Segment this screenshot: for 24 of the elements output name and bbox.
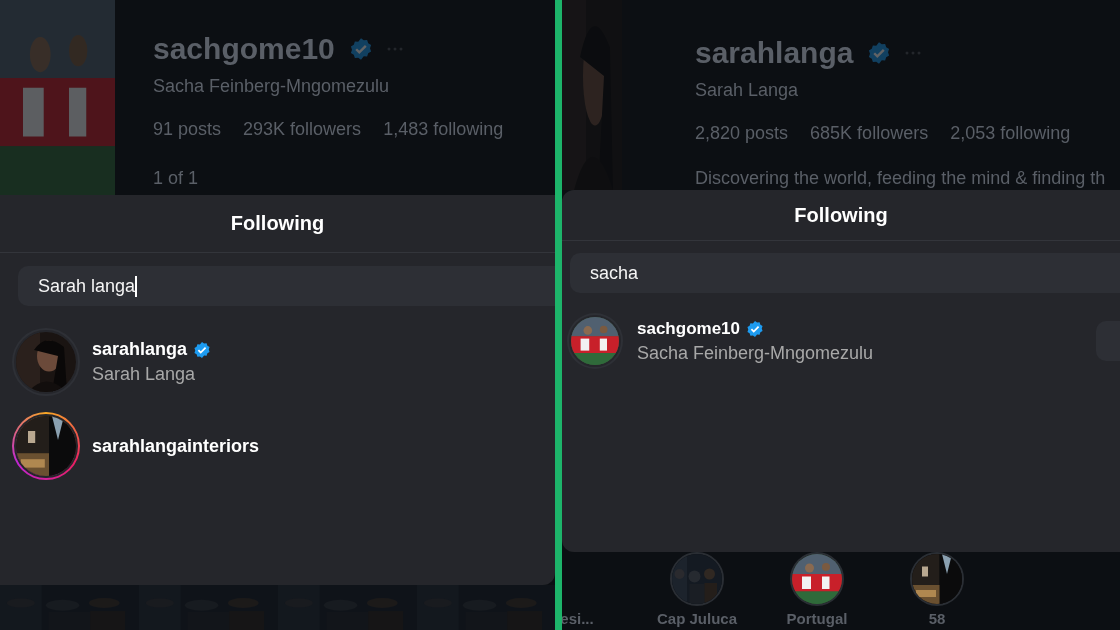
highlight-label[interactable]: Cap Juluca [657, 610, 737, 627]
profile-counter: 1 of 1 [153, 168, 200, 189]
search-field[interactable]: sacha [570, 253, 1120, 293]
highlight-label[interactable]: 58 [928, 610, 946, 627]
profile-bio: Discovering the world, feeding the mind & finding th [695, 168, 1106, 189]
dialog-title: Following [230, 212, 325, 235]
username[interactable]: sarahlanga [92, 339, 188, 360]
profile-stat[interactable]: 2,820 posts [695, 123, 789, 144]
full-name: Sacha Feinberg-Mngomezulu [637, 342, 874, 364]
profile-stat[interactable]: 91 posts [153, 119, 222, 140]
profile-stat[interactable]: 293K followers [243, 119, 362, 140]
profile-stat[interactable]: 2,053 following [950, 123, 1071, 144]
profile-username: sachgome10 [153, 32, 335, 66]
profile-stat[interactable]: 1,483 following [383, 119, 504, 140]
search-field[interactable]: Sarah langa [18, 266, 555, 306]
profile-username: sarahlanga [695, 36, 854, 70]
username[interactable]: sarahlangainteriors [92, 435, 260, 457]
username[interactable]: sachgome10 [637, 318, 740, 339]
profile-full-name: Sacha Feinberg-Mngomezulu [153, 76, 391, 97]
dialog-title: Following [794, 203, 888, 227]
full-name: Sarah Langa [92, 364, 197, 385]
profile-full-name: Sarah Langa [695, 80, 800, 101]
profile-stat[interactable]: 685K followers [810, 123, 929, 144]
highlight-label[interactable]: Portugal [786, 610, 848, 627]
